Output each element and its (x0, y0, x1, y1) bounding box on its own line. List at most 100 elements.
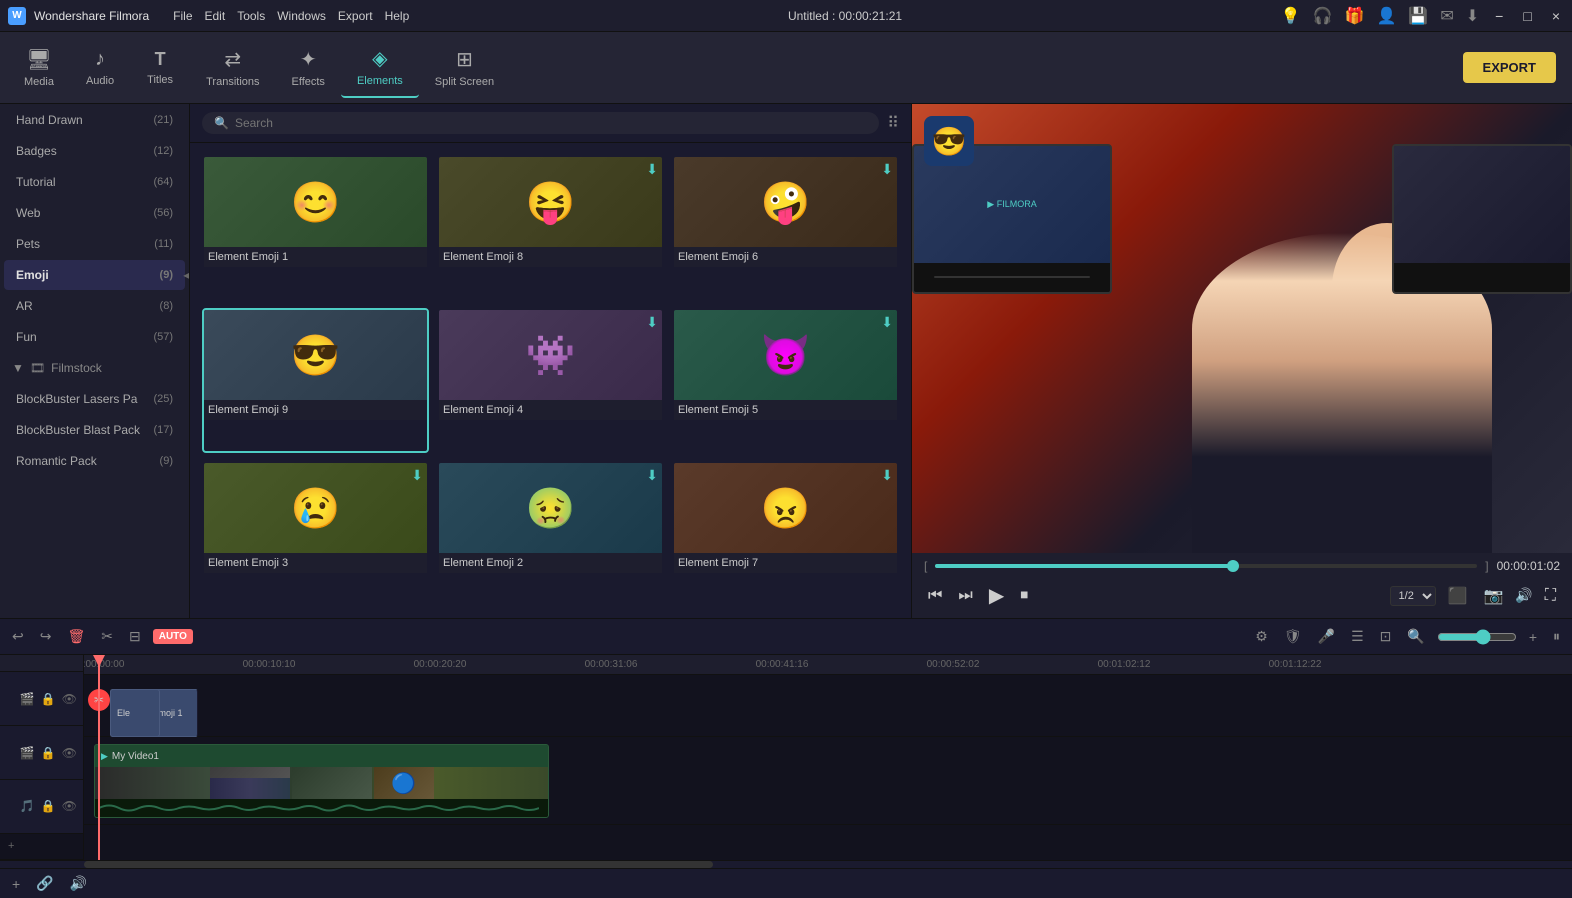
menu-file[interactable]: File (173, 9, 192, 23)
scrollbar-thumb[interactable] (84, 861, 713, 868)
undo-button[interactable]: ↩ (8, 624, 28, 649)
emoji-clip-5[interactable]: Ele (110, 689, 160, 737)
titlebar-icon-download[interactable]: ⬇ (1466, 6, 1479, 26)
play-button[interactable]: ▶ (985, 579, 1008, 612)
sidebar-item-blockbuster-blast[interactable]: BlockBuster Blast Pack (17) (4, 415, 185, 445)
sidebar-item-romantic-pack[interactable]: Romantic Pack (9) (4, 446, 185, 476)
cut-button[interactable]: ✂ (97, 624, 117, 649)
titlebar-icon-gift[interactable]: 🎁 (1345, 6, 1365, 26)
audio-button[interactable]: ♪ Audio (70, 38, 130, 98)
sidebar-count-romantic-pack: (9) (160, 455, 173, 467)
menu-edit[interactable]: Edit (205, 9, 226, 23)
delete-button[interactable]: 🗑 (63, 624, 89, 649)
sidebar-item-blockbuster-lasers[interactable]: BlockBuster Lasers Pa (25) (4, 384, 185, 414)
add-track-button[interactable]: + (0, 834, 83, 860)
ruler-spacer (0, 655, 83, 672)
titlebar-icon-headset[interactable]: 🎧 (1313, 6, 1333, 26)
timeline: ↩ ↪ 🗑 ✂ ⊟ AUTO ⚙ 🛡 🎤 ☰ ⊡ 🔍 + ⏸ 🎬 🔒 👁 (0, 618, 1572, 898)
media-button[interactable]: 🖥 Media (8, 38, 70, 98)
maximize-button[interactable]: □ (1519, 8, 1535, 24)
sidebar-item-pets[interactable]: Pets (11) (4, 229, 185, 259)
sidebar-item-hand-drawn[interactable]: Hand Drawn (21) (4, 105, 185, 135)
sidebar-item-emoji[interactable]: Emoji (9) ◀ (4, 260, 185, 290)
grid-item-emoji8[interactable]: ⬇ 😝 Element Emoji 8 (437, 155, 664, 300)
export-button[interactable]: EXPORT (1463, 52, 1556, 83)
titlebar-icon-save[interactable]: 💾 (1408, 6, 1428, 26)
video-clip[interactable]: ▶ My Video1 🔵 (94, 744, 549, 818)
grid-item-emoji5[interactable]: ⬇ 😈 Element Emoji 5 (672, 308, 899, 453)
track3-eye-icon[interactable]: 👁 (62, 799, 77, 813)
window-title: Untitled : 00:00:21:21 (788, 9, 902, 23)
sidebar-item-fun[interactable]: Fun (57) (4, 322, 185, 352)
menu-export[interactable]: Export (338, 9, 373, 23)
shield-icon[interactable]: 🛡 (1280, 624, 1306, 649)
zoom-plus-icon[interactable]: + (1525, 625, 1541, 649)
track3-lock-icon[interactable]: 🔒 (41, 799, 56, 813)
grid-item-emoji1[interactable]: 😊 Element Emoji 1 (202, 155, 429, 300)
grid-item-emoji2[interactable]: ⬇ 🤢 Element Emoji 2 (437, 461, 664, 606)
sidebar-item-web[interactable]: Web (56) (4, 198, 185, 228)
elements-button[interactable]: ◈ Elements (341, 38, 419, 98)
search-box[interactable]: 🔍 (202, 112, 879, 134)
list-icon[interactable]: ☰ (1347, 624, 1368, 649)
screen-button[interactable]: ⬛ (1444, 582, 1472, 610)
sidebar-item-badges[interactable]: Badges (12) (4, 136, 185, 166)
track1-lock-icon[interactable]: 🔒 (41, 692, 56, 706)
close-button[interactable]: × (1548, 8, 1564, 24)
skip-back-button[interactable]: ⏮ (924, 583, 946, 609)
sidebar-item-tutorial[interactable]: Tutorial (64) (4, 167, 185, 197)
titles-button[interactable]: T Titles (130, 38, 190, 98)
grid-item-emoji4[interactable]: ⬇ 👾 Element Emoji 4 (437, 308, 664, 453)
transitions-icon: ⇄ (224, 47, 241, 72)
settings-icon[interactable]: ⚙ (1251, 624, 1272, 649)
timeline-scrollbar[interactable] (0, 860, 1572, 868)
frame-back-button[interactable]: ⏭ (954, 583, 976, 609)
emoji7-download-icon: ⬇ (881, 467, 893, 484)
transitions-button[interactable]: ⇄ Transitions (190, 38, 275, 98)
menu-tools[interactable]: Tools (237, 9, 265, 23)
minimize-button[interactable]: − (1491, 8, 1507, 24)
mic-icon[interactable]: 🎤 (1314, 624, 1339, 649)
crop2-icon[interactable]: ⊡ (1376, 624, 1396, 649)
filmstock-section-header[interactable]: ▼ 🎞 Filmstock (0, 353, 189, 383)
zoom-slider[interactable] (1437, 629, 1517, 645)
grid-item-emoji9[interactable]: 😎 Element Emoji 9 (202, 308, 429, 453)
playhead[interactable] (98, 655, 100, 860)
elements-btn-wrap: ◈ Elements (341, 38, 419, 98)
preview-content: ▶ FILMORA 😎 (912, 104, 1572, 553)
stop-button[interactable]: ⏹ (1016, 583, 1032, 609)
quality-select[interactable]: 1/2 1/1 1/4 (1390, 586, 1436, 606)
filmstock-icon: 🎞 (30, 361, 45, 375)
zoom-minus-icon[interactable]: 🔍 (1403, 624, 1428, 649)
add-media-icon[interactable]: + (8, 872, 24, 896)
progress-thumb[interactable] (1227, 560, 1239, 572)
grid-item-emoji7[interactable]: ⬇ 😠 Element Emoji 7 (672, 461, 899, 606)
effects-button[interactable]: ✦ Effects (276, 38, 341, 98)
grid-options-icon[interactable]: ⠿ (887, 113, 899, 133)
preview-video: ▶ FILMORA 😎 (912, 104, 1572, 553)
track2-lock-icon[interactable]: 🔒 (41, 746, 56, 760)
emoji3-thumbnail: ⬇ 😢 (204, 463, 427, 553)
titlebar-icon-lightbulb[interactable]: 💡 (1281, 6, 1301, 26)
progress-bar[interactable] (935, 564, 1477, 568)
sidebar-item-ar[interactable]: AR (8) (4, 291, 185, 321)
volume-footer-icon[interactable]: 🔊 (66, 871, 91, 896)
elements-label: Elements (357, 75, 403, 87)
menu-help[interactable]: Help (385, 9, 410, 23)
grid-item-emoji3[interactable]: ⬇ 😢 Element Emoji 3 (202, 461, 429, 606)
fullscreen-button[interactable]: ⛶ (1541, 583, 1560, 609)
audio-icon: ♪ (95, 48, 105, 71)
link-icon[interactable]: 🔗 (32, 871, 57, 896)
split-screen-button[interactable]: ⊞ Split Screen (419, 38, 510, 98)
pause-timeline-icon[interactable]: ⏸ (1549, 624, 1564, 649)
track2-eye-icon[interactable]: 👁 (62, 746, 77, 760)
search-input[interactable] (235, 116, 867, 130)
redo-button[interactable]: ↪ (36, 624, 56, 649)
titlebar-icon-user[interactable]: 👤 (1377, 6, 1397, 26)
snapshot-button[interactable]: 📷 (1479, 582, 1507, 610)
grid-item-emoji6[interactable]: ⬇ 🤪 Element Emoji 6 (672, 155, 899, 300)
crop-button[interactable]: ⊟ (125, 624, 145, 649)
titlebar-icon-mail[interactable]: ✉ (1440, 6, 1453, 26)
track1-eye-icon[interactable]: 👁 (62, 692, 77, 706)
menu-windows[interactable]: Windows (277, 9, 326, 23)
